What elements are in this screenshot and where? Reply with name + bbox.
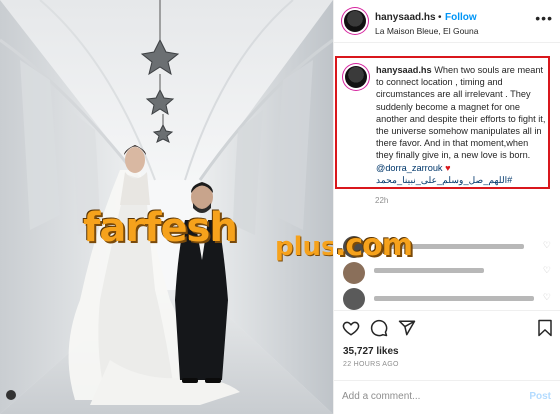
username-link[interactable]: hanysaad.hs (375, 12, 436, 23)
caption-mention[interactable]: @dorra_zarrouk (376, 163, 443, 173)
follow-button[interactable]: Follow (445, 12, 477, 23)
camera-icon (6, 390, 16, 400)
caption-highlight: hanysaad.hs When two souls are meant to … (335, 56, 550, 189)
post-photo[interactable]: farfesh plus (0, 0, 333, 414)
post-sidebar: hanysaad.hs • Follow La Maison Bleue, El… (333, 0, 560, 414)
watermark-domain: .com (335, 228, 413, 263)
comment-bar: Post (334, 380, 560, 415)
caption-body: When two souls are meant to connect loca… (376, 65, 546, 161)
like-comment-icon[interactable]: ♡ (543, 265, 551, 276)
location-link[interactable]: La Maison Bleue, El Gouna (375, 26, 478, 36)
caption-username[interactable]: hanysaad.hs (376, 65, 432, 75)
share-icon[interactable] (398, 319, 416, 337)
like-comment-icon[interactable]: ♡ (543, 240, 551, 251)
photo-credit (6, 390, 20, 400)
watermark-farfesh: farfesh (83, 205, 238, 251)
like-count[interactable]: 35,727 likes (343, 346, 399, 357)
post-header: hanysaad.hs • Follow La Maison Bleue, El… (334, 0, 560, 43)
post-comment-button[interactable]: Post (529, 391, 551, 402)
like-comment-icon[interactable]: ♡ (543, 292, 551, 303)
like-heart-icon[interactable] (342, 319, 360, 337)
caption-avatar[interactable] (345, 66, 367, 88)
caption-time: 22h (375, 196, 389, 205)
watermark-plus: plus (275, 232, 333, 262)
comment-avatar[interactable] (343, 288, 365, 310)
comment-avatar[interactable] (343, 262, 365, 284)
comment-icon[interactable] (370, 319, 388, 337)
heart-emoji-icon: ♥ (445, 162, 451, 173)
caption-text: hanysaad.hs When two souls are meant to … (376, 64, 546, 186)
blurred-comment-text (374, 268, 484, 273)
save-bookmark-icon[interactable] (537, 319, 553, 337)
post-actions (334, 310, 560, 351)
caption-hashtag[interactable]: #اللهم_صل_وسلم_على_نبينا_محمد (376, 174, 546, 186)
more-options-icon[interactable]: ••• (535, 10, 553, 26)
avatar[interactable] (344, 10, 366, 32)
separator-dot: • (438, 12, 442, 23)
posted-time[interactable]: 22 HOURS AGO (343, 361, 399, 368)
comment-input[interactable] (342, 391, 512, 402)
blurred-comment-text (374, 296, 534, 301)
